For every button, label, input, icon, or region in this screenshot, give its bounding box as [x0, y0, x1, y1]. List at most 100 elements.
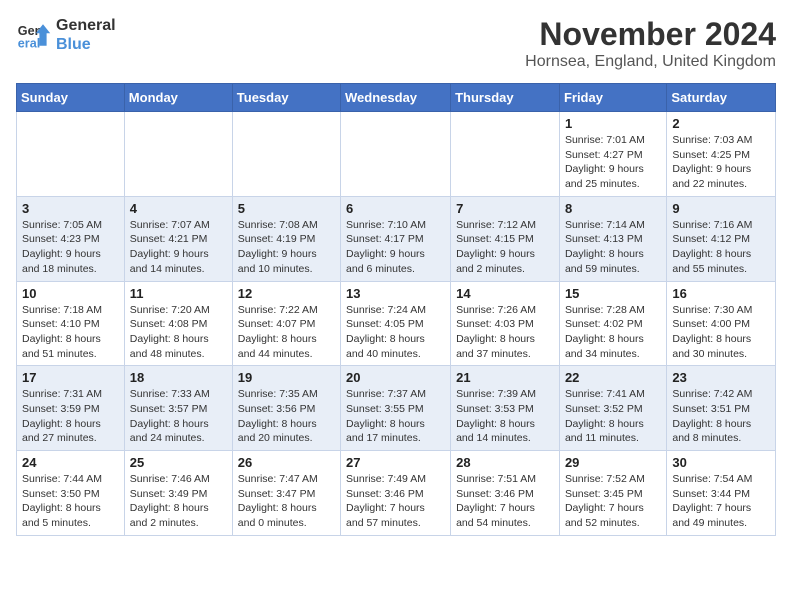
- header-friday: Friday: [559, 84, 666, 112]
- day-number: 3: [22, 201, 119, 216]
- calendar-subtitle: Hornsea, England, United Kingdom: [525, 53, 776, 71]
- calendar-cell: 13Sunrise: 7:24 AM Sunset: 4:05 PM Dayli…: [341, 281, 451, 366]
- day-info: Sunrise: 7:26 AM Sunset: 4:03 PM Dayligh…: [456, 303, 554, 362]
- day-number: 15: [565, 286, 661, 301]
- day-info: Sunrise: 7:31 AM Sunset: 3:59 PM Dayligh…: [22, 387, 119, 446]
- day-info: Sunrise: 7:08 AM Sunset: 4:19 PM Dayligh…: [238, 218, 335, 277]
- day-number: 19: [238, 370, 335, 385]
- day-info: Sunrise: 7:39 AM Sunset: 3:53 PM Dayligh…: [456, 387, 554, 446]
- day-info: Sunrise: 7:05 AM Sunset: 4:23 PM Dayligh…: [22, 218, 119, 277]
- day-info: Sunrise: 7:30 AM Sunset: 4:00 PM Dayligh…: [672, 303, 770, 362]
- logo-text: General: [56, 16, 116, 35]
- day-info: Sunrise: 7:47 AM Sunset: 3:47 PM Dayligh…: [238, 472, 335, 531]
- day-info: Sunrise: 7:44 AM Sunset: 3:50 PM Dayligh…: [22, 472, 119, 531]
- day-number: 4: [130, 201, 227, 216]
- day-number: 30: [672, 455, 770, 470]
- day-info: Sunrise: 7:28 AM Sunset: 4:02 PM Dayligh…: [565, 303, 661, 362]
- logo-icon: Gen eral: [16, 17, 52, 53]
- week-row-1: 1 Sunrise: 7:01 AM Sunset: 4:27 PM Daylig…: [17, 112, 776, 197]
- day-number: 12: [238, 286, 335, 301]
- day-number: 9: [672, 201, 770, 216]
- day-number: 29: [565, 455, 661, 470]
- calendar-cell: 7 Sunrise: 7:12 AM Sunset: 4:15 PM Daylig…: [451, 196, 560, 281]
- day-number: 6: [346, 201, 445, 216]
- day-number: 2: [672, 116, 770, 131]
- day-number: 10: [22, 286, 119, 301]
- calendar-cell: 5 Sunrise: 7:08 AM Sunset: 4:19 PM Daylig…: [232, 196, 340, 281]
- day-number: 7: [456, 201, 554, 216]
- week-row-3: 10 Sunrise: 7:18 AM Sunset: 4:10 PM Dayli…: [17, 281, 776, 366]
- calendar-cell: 21 Sunrise: 7:39 AM Sunset: 3:53 PM Dayli…: [451, 366, 560, 451]
- day-info: Sunrise: 7:20 AM Sunset: 4:08 PM Dayligh…: [130, 303, 227, 362]
- calendar-cell: 30Sunrise: 7:54 AM Sunset: 3:44 PM Dayli…: [667, 451, 776, 536]
- calendar-cell: 29 Sunrise: 7:52 AM Sunset: 3:45 PM Dayli…: [559, 451, 666, 536]
- day-info: Sunrise: 7:18 AM Sunset: 4:10 PM Dayligh…: [22, 303, 119, 362]
- day-info: Sunrise: 7:46 AM Sunset: 3:49 PM Dayligh…: [130, 472, 227, 531]
- week-row-5: 24 Sunrise: 7:44 AM Sunset: 3:50 PM Dayli…: [17, 451, 776, 536]
- calendar-cell: 11 Sunrise: 7:20 AM Sunset: 4:08 PM Dayli…: [124, 281, 232, 366]
- calendar-cell: 26 Sunrise: 7:47 AM Sunset: 3:47 PM Dayli…: [232, 451, 340, 536]
- calendar-cell: 1 Sunrise: 7:01 AM Sunset: 4:27 PM Daylig…: [559, 112, 666, 197]
- logo: Gen eral General Blue: [16, 16, 116, 54]
- day-info: Sunrise: 7:07 AM Sunset: 4:21 PM Dayligh…: [130, 218, 227, 277]
- calendar-cell: [341, 112, 451, 197]
- calendar-cell: 8 Sunrise: 7:14 AM Sunset: 4:13 PM Daylig…: [559, 196, 666, 281]
- calendar-cell: 20Sunrise: 7:37 AM Sunset: 3:55 PM Dayli…: [341, 366, 451, 451]
- day-info: Sunrise: 7:42 AM Sunset: 3:51 PM Dayligh…: [672, 387, 770, 446]
- calendar-cell: 22 Sunrise: 7:41 AM Sunset: 3:52 PM Dayli…: [559, 366, 666, 451]
- day-info: Sunrise: 7:14 AM Sunset: 4:13 PM Dayligh…: [565, 218, 661, 277]
- calendar-cell: [17, 112, 125, 197]
- calendar-cell: 16Sunrise: 7:30 AM Sunset: 4:00 PM Dayli…: [667, 281, 776, 366]
- day-info: Sunrise: 7:52 AM Sunset: 3:45 PM Dayligh…: [565, 472, 661, 531]
- page-header: Gen eral General Blue November 2024 Horn…: [16, 16, 776, 71]
- day-number: 26: [238, 455, 335, 470]
- day-number: 17: [22, 370, 119, 385]
- week-row-4: 17 Sunrise: 7:31 AM Sunset: 3:59 PM Dayli…: [17, 366, 776, 451]
- calendar-cell: 2 Sunrise: 7:03 AM Sunset: 4:25 PM Daylig…: [667, 112, 776, 197]
- day-number: 28: [456, 455, 554, 470]
- calendar-table: SundayMondayTuesdayWednesdayThursdayFrid…: [16, 83, 776, 536]
- calendar-cell: 9 Sunrise: 7:16 AM Sunset: 4:12 PM Daylig…: [667, 196, 776, 281]
- svg-text:eral: eral: [18, 37, 40, 51]
- day-number: 8: [565, 201, 661, 216]
- header-row: SundayMondayTuesdayWednesdayThursdayFrid…: [17, 84, 776, 112]
- header-thursday: Thursday: [451, 84, 560, 112]
- day-info: Sunrise: 7:01 AM Sunset: 4:27 PM Dayligh…: [565, 133, 661, 192]
- calendar-cell: 18Sunrise: 7:33 AM Sunset: 3:57 PM Dayli…: [124, 366, 232, 451]
- day-number: 5: [238, 201, 335, 216]
- calendar-title: November 2024: [525, 16, 776, 53]
- header-tuesday: Tuesday: [232, 84, 340, 112]
- day-number: 21: [456, 370, 554, 385]
- calendar-cell: 23Sunrise: 7:42 AM Sunset: 3:51 PM Dayli…: [667, 366, 776, 451]
- day-number: 14: [456, 286, 554, 301]
- day-number: 20: [346, 370, 445, 385]
- calendar-cell: 3 Sunrise: 7:05 AM Sunset: 4:23 PM Daylig…: [17, 196, 125, 281]
- day-number: 25: [130, 455, 227, 470]
- calendar-cell: 15 Sunrise: 7:28 AM Sunset: 4:02 PM Dayli…: [559, 281, 666, 366]
- day-number: 1: [565, 116, 661, 131]
- day-info: Sunrise: 7:49 AM Sunset: 3:46 PM Dayligh…: [346, 472, 445, 531]
- day-info: Sunrise: 7:03 AM Sunset: 4:25 PM Dayligh…: [672, 133, 770, 192]
- day-number: 27: [346, 455, 445, 470]
- day-number: 11: [130, 286, 227, 301]
- day-info: Sunrise: 7:12 AM Sunset: 4:15 PM Dayligh…: [456, 218, 554, 277]
- calendar-cell: 19 Sunrise: 7:35 AM Sunset: 3:56 PM Dayli…: [232, 366, 340, 451]
- header-sunday: Sunday: [17, 84, 125, 112]
- day-info: Sunrise: 7:41 AM Sunset: 3:52 PM Dayligh…: [565, 387, 661, 446]
- calendar-cell: 28 Sunrise: 7:51 AM Sunset: 3:46 PM Dayli…: [451, 451, 560, 536]
- day-info: Sunrise: 7:33 AM Sunset: 3:57 PM Dayligh…: [130, 387, 227, 446]
- logo-subtext: Blue: [56, 35, 116, 54]
- day-number: 22: [565, 370, 661, 385]
- day-info: Sunrise: 7:35 AM Sunset: 3:56 PM Dayligh…: [238, 387, 335, 446]
- title-block: November 2024 Hornsea, England, United K…: [525, 16, 776, 71]
- header-monday: Monday: [124, 84, 232, 112]
- day-number: 24: [22, 455, 119, 470]
- calendar-cell: 24 Sunrise: 7:44 AM Sunset: 3:50 PM Dayli…: [17, 451, 125, 536]
- day-number: 13: [346, 286, 445, 301]
- calendar-cell: [124, 112, 232, 197]
- day-info: Sunrise: 7:16 AM Sunset: 4:12 PM Dayligh…: [672, 218, 770, 277]
- day-info: Sunrise: 7:10 AM Sunset: 4:17 PM Dayligh…: [346, 218, 445, 277]
- calendar-cell: [232, 112, 340, 197]
- calendar-cell: 14 Sunrise: 7:26 AM Sunset: 4:03 PM Dayli…: [451, 281, 560, 366]
- day-info: Sunrise: 7:51 AM Sunset: 3:46 PM Dayligh…: [456, 472, 554, 531]
